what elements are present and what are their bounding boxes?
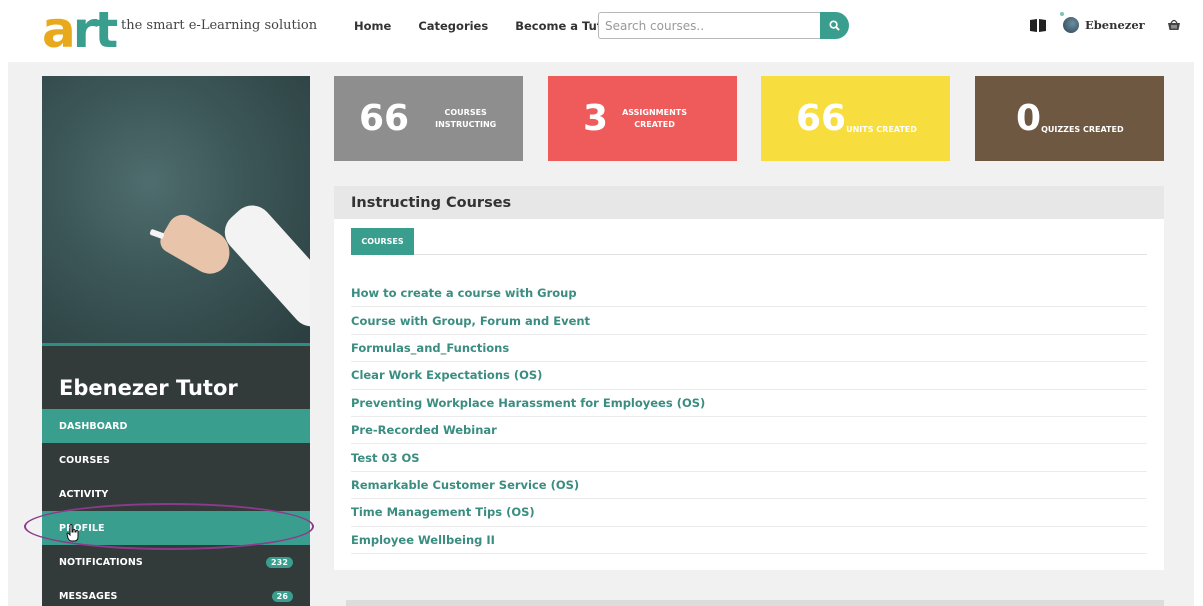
stat-units-created: 66 UNITS CREATED	[761, 76, 950, 161]
stat-number: 66	[796, 97, 847, 139]
sidebar-item-label: ACTIVITY	[59, 488, 109, 500]
search-button[interactable]	[820, 12, 849, 39]
sidebar-item-messages[interactable]: MESSAGES 26	[42, 579, 310, 606]
tutor-name: Ebenezer Tutor	[59, 376, 238, 400]
stat-label: UNITS CREATED	[846, 124, 917, 135]
sidebar-item-dashboard[interactable]: DASHBOARD	[42, 409, 310, 443]
user-menu[interactable]: Ebenezer	[1060, 12, 1145, 33]
stat-number: 0	[1016, 97, 1042, 139]
instructing-courses-panel: Instructing Courses COURSES How to creat…	[334, 186, 1164, 570]
stat-label-line: CREATED	[634, 119, 675, 129]
stat-label: ASSIGNMENTS CREATED	[622, 107, 687, 129]
stat-number: 66	[359, 97, 410, 139]
stat-label: QUIZZES CREATED	[1041, 124, 1124, 135]
hand-cursor-icon	[66, 524, 79, 542]
search-input[interactable]	[598, 12, 820, 39]
sidebar-item-label: NOTIFICATIONS	[59, 556, 143, 568]
nav-categories[interactable]: Categories	[418, 19, 488, 33]
course-link[interactable]: Course with Group, Forum and Event	[351, 307, 1147, 335]
course-link[interactable]: Test 03 OS	[351, 444, 1147, 472]
sidebar-item-activity[interactable]: ACTIVITY	[42, 477, 310, 511]
stat-label-line: ASSIGNMENTS	[622, 108, 687, 118]
stat-courses-instructing: 66 COURSES INSTRUCTING	[334, 76, 523, 161]
art-logo[interactable]: a rt	[42, 1, 119, 59]
course-link[interactable]: How to create a course with Group	[351, 280, 1147, 308]
stat-quizzes-created: 0 QUIZZES CREATED	[975, 76, 1164, 161]
course-link[interactable]: Formulas_and_Functions	[351, 335, 1147, 363]
profile-cover-image	[42, 76, 310, 346]
course-link[interactable]: Remarkable Customer Service (OS)	[351, 472, 1147, 500]
nav-home[interactable]: Home	[354, 19, 391, 33]
username: Ebenezer	[1085, 18, 1145, 32]
avatar	[1060, 12, 1079, 33]
course-link[interactable]: Employee Wellbeing II	[351, 527, 1147, 554]
logo-a: a	[42, 1, 76, 59]
messages-badge: 26	[271, 590, 293, 602]
sidebar-item-label: COURSES	[59, 454, 110, 466]
logo-rt: rt	[72, 1, 119, 59]
stat-label-line: INSTRUCTING	[435, 119, 497, 129]
stat-number: 3	[583, 97, 609, 139]
course-link[interactable]: Clear Work Expectations (OS)	[351, 362, 1147, 390]
stat-label-line: UNITS CREATED	[846, 124, 917, 134]
panel-title: Instructing Courses	[334, 186, 1164, 219]
search-icon	[829, 20, 840, 31]
sidebar-item-courses[interactable]: COURSES	[42, 443, 310, 477]
tagline: the smart e-Learning solution	[121, 18, 318, 33]
tab-bar: COURSES	[351, 228, 1147, 255]
sidebar-item-notifications[interactable]: NOTIFICATIONS 232	[42, 545, 310, 579]
hero-hand	[156, 209, 238, 281]
cart-icon[interactable]	[1167, 18, 1181, 32]
stat-label: COURSES INSTRUCTING	[435, 107, 496, 129]
next-panel-header	[346, 600, 1164, 606]
hero-chalk	[149, 228, 165, 240]
course-link[interactable]: Pre-Recorded Webinar	[351, 417, 1147, 445]
course-list: How to create a course with Group Course…	[351, 280, 1147, 554]
sidebar-item-label: MESSAGES	[59, 590, 118, 602]
sidebar-item-label: DASHBOARD	[59, 420, 128, 432]
stat-label-line: QUIZZES CREATED	[1041, 124, 1124, 134]
book-icon[interactable]	[1027, 16, 1049, 34]
header-right: Ebenezer	[1027, 12, 1181, 34]
top-header: a rt the smart e-Learning solution Home C…	[0, 0, 1203, 59]
course-link[interactable]: Preventing Workplace Harassment for Empl…	[351, 390, 1147, 417]
search-bar	[598, 12, 849, 39]
stat-label-line: COURSES	[444, 108, 487, 118]
course-link[interactable]: Time Management Tips (OS)	[351, 499, 1147, 527]
sidebar: Ebenezer Tutor DASHBOARD COURSES ACTIVIT…	[42, 76, 310, 606]
stat-assignments-created: 3 ASSIGNMENTS CREATED	[548, 76, 737, 161]
sidebar-menu: DASHBOARD COURSES ACTIVITY PROFILE NOTIF…	[42, 409, 310, 606]
notifications-badge: 232	[266, 556, 293, 568]
tab-courses[interactable]: COURSES	[351, 228, 414, 255]
sidebar-item-profile[interactable]: PROFILE	[42, 511, 310, 545]
hero-arm	[216, 197, 310, 335]
